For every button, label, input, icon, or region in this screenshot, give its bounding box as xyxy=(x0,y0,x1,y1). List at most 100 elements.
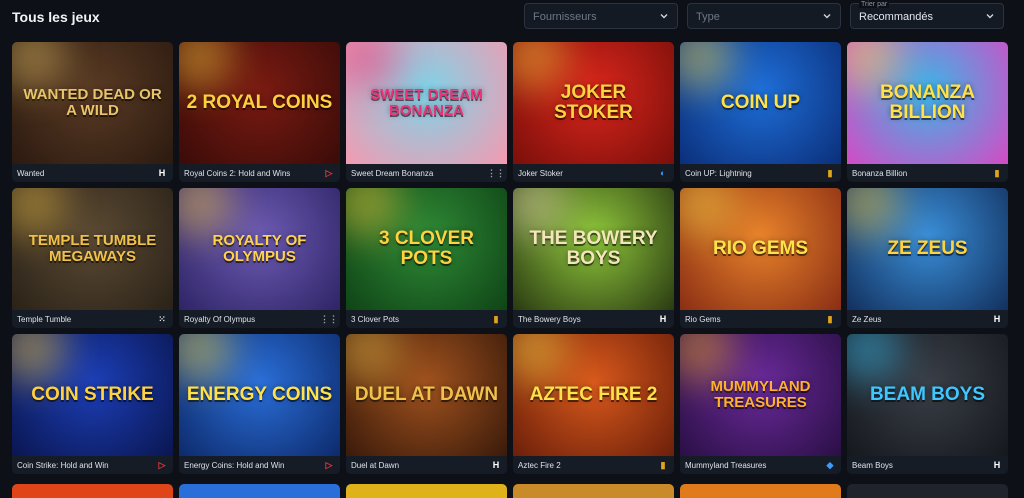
game-logo-art: Wanted Dead or a Wild xyxy=(23,86,162,119)
game-card[interactable]: Rio Gems Rio Gems ▮ xyxy=(680,188,841,328)
sort-caption: Trier par xyxy=(859,1,890,8)
games-grid-next-row xyxy=(12,484,1010,498)
game-logo-art: Rio Gems xyxy=(712,238,808,260)
game-card[interactable]: Ze Zeus Ze Zeus H xyxy=(847,188,1008,328)
hacksaw-icon: H xyxy=(492,460,500,470)
game-logo-art: Coin Up xyxy=(720,92,801,114)
game-thumbnail[interactable]: Coin Up xyxy=(680,42,841,164)
thumbnail-glow xyxy=(179,334,234,384)
game-card-partial[interactable] xyxy=(847,484,1008,498)
thumbnail-glow xyxy=(680,188,735,238)
game-card[interactable]: Joker Stoker Joker Stoker ◐ xyxy=(513,42,674,182)
game-card[interactable]: Temple Tumble Megaways Temple Tumble ⁙ xyxy=(12,188,173,328)
game-thumbnail[interactable]: Duel at Dawn xyxy=(346,334,507,456)
game-thumbnail[interactable]: Coin Strike xyxy=(12,334,173,456)
game-title: Coin UP: Lightning xyxy=(685,169,752,178)
top-bar: Tous les jeux Fournisseurs Type Trier pa… xyxy=(0,0,1024,38)
gold-badge-icon: ▮ xyxy=(994,167,1000,178)
game-title: Temple Tumble xyxy=(17,315,72,324)
gold-badge-icon: ▮ xyxy=(493,313,499,324)
game-thumbnail[interactable]: Temple Tumble Megaways xyxy=(12,188,173,310)
game-logo-art: Mummyland Treasures xyxy=(710,378,811,411)
game-title: Mummyland Treasures xyxy=(685,461,767,470)
game-title: Bonanza Billion xyxy=(852,169,908,178)
game-thumbnail[interactable]: Ze Zeus xyxy=(847,188,1008,310)
game-card[interactable]: Coin Strike Coin Strike: Hold and Win ▷ xyxy=(12,334,173,474)
game-logo-art: 2 Royal Coins xyxy=(186,92,333,114)
game-title: Beam Boys xyxy=(852,461,893,470)
game-card[interactable]: Bonanza Billion Bonanza Billion ▮ xyxy=(847,42,1008,182)
game-title: Royal Coins 2: Hold and Wins xyxy=(184,169,291,178)
game-card[interactable]: 2 Royal Coins Royal Coins 2: Hold and Win… xyxy=(179,42,340,182)
thumbnail-glow xyxy=(179,188,234,238)
game-thumbnail[interactable]: Aztec Fire 2 xyxy=(513,334,674,456)
hacksaw-icon: H xyxy=(993,460,1001,470)
game-thumbnail[interactable]: Bonanza Billion xyxy=(847,42,1008,164)
games-grid: Wanted Dead or a Wild Wanted H 2 Royal Coin… xyxy=(12,42,1010,474)
game-title: The Bowery Boys xyxy=(518,315,581,324)
gold-badge-icon: ▮ xyxy=(827,167,833,178)
game-title: Coin Strike: Hold and Win xyxy=(17,461,109,470)
game-card[interactable]: Aztec Fire 2 Aztec Fire 2 ▮ xyxy=(513,334,674,474)
type-placeholder: Type xyxy=(696,11,720,23)
game-thumbnail[interactable]: Sweet Dream Bonanza xyxy=(346,42,507,164)
game-card-partial[interactable] xyxy=(179,484,340,498)
thumbnail-glow xyxy=(680,334,735,384)
game-thumbnail[interactable]: Royalty of Olympus xyxy=(179,188,340,310)
game-title: Joker Stoker xyxy=(518,169,563,178)
providers-placeholder: Fournisseurs xyxy=(533,11,597,23)
game-card[interactable]: Beam Boys Beam Boys H xyxy=(847,334,1008,474)
providers-dropdown[interactable]: Fournisseurs xyxy=(524,3,678,29)
game-card[interactable]: The Bowery Boys The Bowery Boys H xyxy=(513,188,674,328)
game-card[interactable]: Coin Up Coin UP: Lightning ▮ xyxy=(680,42,841,182)
thumbnail-glow xyxy=(680,42,735,92)
game-thumbnail[interactable]: Joker Stoker xyxy=(513,42,674,164)
thumbnail-glow xyxy=(346,334,401,384)
game-card-partial[interactable] xyxy=(680,484,841,498)
game-thumbnail[interactable]: Energy Coins xyxy=(179,334,340,456)
game-logo-art: Temple Tumble Megaways xyxy=(28,232,157,265)
game-thumbnail[interactable]: 2 Royal Coins xyxy=(179,42,340,164)
gold-badge-icon: ▮ xyxy=(827,313,833,324)
dots-grid-icon: ⋮⋮ xyxy=(320,313,338,324)
game-logo-art: Coin Strike xyxy=(31,384,154,406)
game-title: Ze Zeus xyxy=(852,315,882,324)
thumbnail-glow xyxy=(346,42,401,92)
game-title: Wanted xyxy=(17,169,45,178)
game-card-partial[interactable] xyxy=(513,484,674,498)
game-thumbnail[interactable]: Mummyland Treasures xyxy=(680,334,841,456)
game-card[interactable]: 3 Clover Pots 3 Clover Pots ▮ xyxy=(346,188,507,328)
chevron-down-icon xyxy=(986,14,994,19)
game-card[interactable]: Royalty of Olympus Royalty Of Olympus ⋮⋮ xyxy=(179,188,340,328)
chevron-down-icon xyxy=(823,14,831,19)
game-logo-art: Energy Coins xyxy=(186,384,333,406)
game-card-partial[interactable] xyxy=(12,484,173,498)
game-logo-art: Ze Zeus xyxy=(887,238,968,260)
game-thumbnail[interactable]: The Bowery Boys xyxy=(513,188,674,310)
type-dropdown[interactable]: Type xyxy=(687,3,841,29)
thumbnail-glow xyxy=(513,334,568,384)
game-card[interactable]: Mummyland Treasures Mummyland Treasures ◆ xyxy=(680,334,841,474)
game-card[interactable]: Duel at Dawn Duel at Dawn H xyxy=(346,334,507,474)
game-card[interactable]: Sweet Dream Bonanza Sweet Dream Bonanza ⋮⋮ xyxy=(346,42,507,182)
play-triangle-icon: ▷ xyxy=(325,167,333,178)
game-thumbnail[interactable]: Beam Boys xyxy=(847,334,1008,456)
sort-dropdown[interactable]: Trier par Recommandés xyxy=(850,1,1004,29)
game-thumbnail[interactable]: Wanted Dead or a Wild xyxy=(12,42,173,164)
game-thumbnail[interactable]: Rio Gems xyxy=(680,188,841,310)
thumbnail-glow xyxy=(179,42,234,92)
game-title: Duel at Dawn xyxy=(351,461,400,470)
game-card[interactable]: Energy Coins Energy Coins: Hold and Win ▷ xyxy=(179,334,340,474)
hacksaw-icon: H xyxy=(158,168,166,178)
game-card-partial[interactable] xyxy=(346,484,507,498)
thumbnail-glow xyxy=(12,42,67,92)
thumbnail-glow xyxy=(847,188,902,238)
game-title: 3 Clover Pots xyxy=(351,315,400,324)
game-thumbnail[interactable]: 3 Clover Pots xyxy=(346,188,507,310)
game-title: Aztec Fire 2 xyxy=(518,461,561,470)
dots-grid-icon: ⋮⋮ xyxy=(487,167,505,178)
play-triangle-icon: ▷ xyxy=(158,459,166,470)
thumbnail-glow xyxy=(12,334,67,384)
sort-value: Recommandés xyxy=(859,11,933,23)
game-card[interactable]: Wanted Dead or a Wild Wanted H xyxy=(12,42,173,182)
